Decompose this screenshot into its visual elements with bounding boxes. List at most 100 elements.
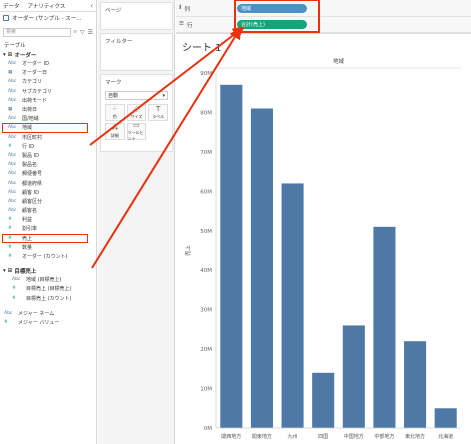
measure-type-icon: # xyxy=(12,286,16,292)
x-tick-label: 四国 xyxy=(318,434,328,440)
columns-shelf[interactable]: ⦀ 列 地域 xyxy=(176,1,471,17)
pages-card[interactable]: ページ xyxy=(100,2,173,30)
field-item[interactable]: ▦ 出荷日 xyxy=(0,105,96,114)
string-type-icon: Abc xyxy=(8,162,17,168)
field-label: オーダー日 xyxy=(22,70,48,77)
field-item[interactable]: Abc オーダー ID xyxy=(0,59,96,68)
y-tick-label: 60M xyxy=(200,189,212,195)
field-item[interactable]: Abc 郵便番号 xyxy=(0,169,96,178)
field-item[interactable]: # 利益 xyxy=(0,215,96,224)
measure-type-icon: # xyxy=(8,244,12,250)
field-item[interactable]: # 割引率 xyxy=(0,224,96,233)
field-label: 行 ID xyxy=(22,143,34,150)
tables-label: テーブル xyxy=(4,43,26,49)
filter-icon[interactable]: ▽ xyxy=(80,29,85,36)
x-tick-label: 東北地方 xyxy=(405,433,425,440)
string-type-icon: Abc xyxy=(8,180,17,186)
field-item[interactable]: Abc 都道府県 xyxy=(0,178,96,187)
string-type-icon: Abc xyxy=(8,79,17,85)
measure-type-icon: # xyxy=(8,235,12,241)
field-measure-values[interactable]: # メジャー バリュー xyxy=(0,318,96,327)
filters-card[interactable]: フィルター xyxy=(100,33,173,71)
group-targets[interactable]: ▾ ⊞ 目標売上 xyxy=(0,266,96,275)
field-label: 顧客区分 xyxy=(22,198,43,205)
bar-7 xyxy=(434,408,457,428)
field-item[interactable]: # 行 ID xyxy=(0,142,96,151)
field-label: 目標売上 (目標売上) xyxy=(26,286,72,293)
field-item[interactable]: # 数量 xyxy=(0,243,96,252)
field-item[interactable]: Abc 市区町村 xyxy=(0,133,96,142)
label-button[interactable]: T ラベル xyxy=(148,104,168,121)
expand-icon[interactable]: ▾ xyxy=(3,52,6,58)
measure-type-icon: # xyxy=(8,217,12,223)
group-orders[interactable]: ▾ ⊞ オーダー xyxy=(0,50,96,59)
field-item[interactable]: Abc サブカテゴリ xyxy=(0,87,96,96)
field-item[interactable]: Abc 地域 (目標売上) xyxy=(0,275,96,284)
field-measure-names[interactable]: Abc メジャー ネーム xyxy=(0,309,96,318)
field-item[interactable]: Abc 顧客名 xyxy=(0,206,96,215)
field-item[interactable]: Abc 顧客区分 xyxy=(0,197,96,206)
tab-data[interactable]: データ xyxy=(3,2,20,10)
y-tick-label: 80M xyxy=(200,110,212,116)
bar-chart: 地域 0M 10M 20M 30M 40M 50M 60M 70M 80M 90M 売上関西地方 関東地… xyxy=(184,57,461,440)
date-type-icon: ▦ xyxy=(8,107,13,113)
field-label: 出荷日 xyxy=(22,107,38,114)
x-tick-label: 北海道 xyxy=(438,433,453,440)
field-label: オーダー (カウント) xyxy=(22,254,68,261)
mark-type-dropdown[interactable]: 自動 ▾ xyxy=(105,91,168,100)
string-type-icon: Abc xyxy=(8,134,17,140)
collapse-icon[interactable]: ‹ xyxy=(90,2,93,10)
search-icon[interactable]: ⌕ xyxy=(74,28,77,36)
shelves-area: ⦀ 列 地域 ☰ 行 合計(売上) xyxy=(176,0,471,34)
field-item[interactable]: # 目標売上 (カウント) xyxy=(0,294,96,303)
size-button[interactable]: ◌ サイズ xyxy=(126,104,147,121)
table-icon: ⊞ xyxy=(7,51,13,58)
field-label: 国/地域 xyxy=(22,116,39,123)
field-label: 顧客 ID xyxy=(22,189,39,196)
tooltip-icon: ▭ xyxy=(133,121,140,129)
bar-2 xyxy=(281,183,304,428)
field-item[interactable]: Abc 製品 ID xyxy=(0,151,96,160)
detail-icon: ⁂ xyxy=(111,124,119,132)
measure-type-icon: # xyxy=(4,319,8,325)
marks-buttons: ⁘ 色 ◌ サイズ T ラベル ⁂ 詳細 ▭ ツールヒント xyxy=(101,102,172,142)
field-label: 製品 ID xyxy=(22,152,39,159)
color-button[interactable]: ⁘ 色 xyxy=(105,104,125,121)
pages-title: ページ xyxy=(105,8,122,14)
tab-analytics[interactable]: アナリティクス xyxy=(28,2,66,10)
detail-button[interactable]: ⁂ 詳細 xyxy=(105,123,125,140)
columns-pill-region[interactable]: 地域 xyxy=(237,4,307,13)
datasource-label: オーダー (サンプル - スー... xyxy=(12,16,82,22)
field-label: 地域 xyxy=(22,125,33,132)
field-item[interactable]: Abc 製品名 xyxy=(0,160,96,169)
tooltip-button[interactable]: ▭ ツールヒント xyxy=(126,121,147,141)
label-label: ラベル xyxy=(152,114,165,119)
rows-icon: ☰ xyxy=(179,20,184,27)
expand-icon[interactable]: ▾ xyxy=(3,268,6,274)
y-axis-label: 売上 xyxy=(184,245,192,257)
rows-shelf[interactable]: ☰ 行 合計(売上) xyxy=(176,17,471,33)
datasource-item[interactable]: オーダー (サンプル - スー... xyxy=(0,12,96,24)
field-label: 目標売上 (カウント) xyxy=(26,295,72,302)
field-item[interactable]: Abc 顧客 ID xyxy=(0,188,96,197)
y-tick-label: 70M xyxy=(200,150,212,156)
rows-pill-sales[interactable]: 合計(売上) xyxy=(237,20,307,29)
field-item[interactable]: Abc 地域 xyxy=(2,123,88,133)
field-label: 顧客名 xyxy=(22,208,38,215)
field-label: 市区町村 xyxy=(22,134,43,141)
field-item[interactable]: # 売上 xyxy=(2,233,88,243)
field-item[interactable]: Abc 出荷モード xyxy=(0,96,96,105)
string-type-icon: Abc xyxy=(8,152,17,158)
field-search-row: 検索 ⌕ ▽ ☰ xyxy=(0,26,96,38)
field-item[interactable]: # 目標売上 (目標売上) xyxy=(0,284,96,293)
measure-type-icon: # xyxy=(12,295,16,301)
view-options-icon[interactable]: ☰ xyxy=(88,29,93,36)
field-item[interactable]: # オーダー (カウント) xyxy=(0,252,96,261)
y-tick-label: 30M xyxy=(200,308,212,314)
field-item[interactable]: ▦ オーダー日 xyxy=(0,68,96,77)
columns-label: 列 xyxy=(184,6,190,13)
field-item[interactable]: Abc カテゴリ xyxy=(0,77,96,86)
field-label: メジャー ネーム xyxy=(18,310,55,317)
field-search-input[interactable]: 検索 xyxy=(3,27,71,37)
field-item[interactable]: Abc 国/地域 xyxy=(0,114,96,123)
